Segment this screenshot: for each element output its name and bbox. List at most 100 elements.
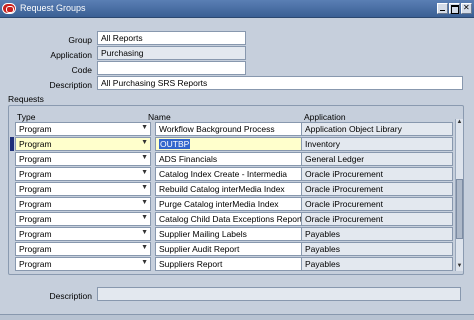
application-cell[interactable]: Payables (301, 257, 453, 271)
row-indicator[interactable] (10, 197, 14, 211)
name-cell[interactable]: Purge Catalog interMedia Index (155, 197, 309, 211)
dropdown-arrow-icon[interactable]: ▼ (141, 184, 148, 191)
name-cell[interactable]: Catalog Index Create - Intermedia (155, 167, 309, 181)
table-row[interactable]: Program ▼ Suppliers Report (10, 257, 309, 271)
table-row[interactable]: Program ▼ Catalog Index Create - Intermedi… (10, 167, 309, 181)
column-header-name: Name (148, 112, 171, 122)
name-cell[interactable]: Supplier Audit Report (155, 242, 309, 256)
name-value: Catalog Child Data Exceptions Report (159, 214, 303, 224)
dropdown-arrow-icon[interactable]: ▼ (141, 199, 148, 206)
request-description-label: Description (49, 291, 92, 301)
code-field[interactable] (97, 61, 246, 75)
application-cell[interactable]: Oracle iProcurement (301, 197, 453, 211)
type-cell[interactable]: Program ▼ (15, 257, 151, 271)
row-indicator[interactable] (10, 257, 14, 271)
type-value: Program (19, 199, 52, 209)
table-row[interactable]: Program ▼ Supplier Mailing Labels (10, 227, 309, 241)
name-value: Workflow Background Process (159, 124, 275, 134)
table-row[interactable]: Program ▼ Catalog Child Data Exceptions Re… (10, 212, 309, 226)
application-label: Application (50, 50, 92, 60)
window-title: Request Groups (20, 3, 86, 13)
application-cell[interactable]: General Ledger (301, 152, 453, 166)
dropdown-arrow-icon[interactable]: ▼ (141, 124, 148, 131)
scroll-up-icon[interactable]: ▲ (456, 119, 463, 127)
type-cell[interactable]: Program ▼ (15, 152, 151, 166)
name-cell[interactable]: OUTBP (155, 137, 309, 151)
group-field[interactable]: All Reports (97, 31, 246, 45)
name-cell[interactable]: Supplier Mailing Labels (155, 227, 309, 241)
type-value: Program (19, 259, 52, 269)
application-field[interactable]: Purchasing (97, 46, 246, 60)
name-cell[interactable]: Catalog Child Data Exceptions Report (155, 212, 309, 226)
type-cell[interactable]: Program ▼ (15, 122, 151, 136)
type-cell[interactable]: Program ▼ (15, 197, 151, 211)
dropdown-arrow-icon[interactable]: ▼ (141, 259, 148, 266)
application-cell[interactable]: Application Object Library (301, 122, 453, 136)
scrollbar-thumb[interactable] (456, 179, 463, 239)
close-icon[interactable] (461, 3, 472, 14)
requests-scrollbar[interactable]: ▲ ▼ (455, 119, 463, 271)
row-indicator[interactable] (10, 212, 14, 226)
type-cell[interactable]: Program ▼ (15, 182, 151, 196)
dropdown-arrow-icon[interactable]: ▼ (141, 214, 148, 221)
application-cell[interactable]: Oracle iProcurement (301, 182, 453, 196)
name-cell[interactable]: ADS Financials (155, 152, 309, 166)
application-cell[interactable]: Oracle iProcurement (301, 212, 453, 226)
application-cell[interactable]: Inventory (301, 137, 453, 151)
table-row[interactable]: Program ▼ ADS Financials (10, 152, 309, 166)
name-value: ADS Financials (159, 154, 218, 164)
type-cell[interactable]: Program ▼ (15, 167, 151, 181)
type-value: Program (19, 214, 52, 224)
type-cell[interactable]: Program ▼ (15, 227, 151, 241)
row-indicator[interactable] (10, 152, 14, 166)
code-label: Code (71, 65, 92, 75)
application-cell[interactable]: Payables (301, 227, 453, 241)
dropdown-arrow-icon[interactable]: ▼ (141, 139, 148, 146)
type-value: Program (19, 229, 52, 239)
type-value: Program (19, 169, 52, 179)
dropdown-arrow-icon[interactable]: ▼ (141, 229, 148, 236)
type-cell[interactable]: Program ▼ (15, 212, 151, 226)
type-value: Program (19, 154, 52, 164)
type-value: Program (19, 184, 52, 194)
scroll-down-icon[interactable]: ▼ (456, 263, 463, 271)
type-cell[interactable]: Program ▼ (15, 242, 151, 256)
request-description-field[interactable] (97, 287, 461, 301)
dropdown-arrow-icon[interactable]: ▼ (141, 244, 148, 251)
type-value: Program (19, 139, 52, 149)
type-cell[interactable]: Program ▼ (15, 137, 151, 151)
column-header-application: Application (304, 112, 346, 122)
table-row[interactable]: Program▼OUTBP··· (10, 137, 311, 151)
row-indicator[interactable] (10, 137, 14, 151)
oracle-logo-icon (2, 3, 16, 14)
name-value: Purge Catalog interMedia Index (159, 199, 279, 209)
type-value: Program (19, 124, 52, 134)
window-titlebar: Request Groups (0, 0, 474, 18)
name-cell[interactable]: Suppliers Report (155, 257, 309, 271)
row-indicator[interactable] (10, 122, 14, 136)
name-value: Catalog Index Create - Intermedia (159, 169, 288, 179)
name-value: Suppliers Report (159, 259, 223, 269)
description-label: Description (49, 80, 92, 90)
dropdown-arrow-icon[interactable]: ▼ (141, 169, 148, 176)
application-cell[interactable]: Oracle iProcurement (301, 167, 453, 181)
description-field[interactable]: All Purchasing SRS Reports (97, 76, 463, 90)
name-cell[interactable]: Workflow Background Process (155, 122, 309, 136)
name-cell[interactable]: Rebuild Catalog interMedia Index (155, 182, 309, 196)
status-strip (0, 314, 474, 320)
maximize-icon[interactable] (449, 3, 460, 14)
dropdown-arrow-icon[interactable]: ▼ (141, 154, 148, 161)
table-row[interactable]: Program ▼ Workflow Background Process (10, 122, 309, 136)
row-indicator[interactable] (10, 227, 14, 241)
table-row[interactable]: Program ▼ Supplier Audit Report (10, 242, 309, 256)
row-indicator[interactable] (10, 242, 14, 256)
table-row[interactable]: Program ▼ Purge Catalog interMedia Index (10, 197, 309, 211)
group-label: Group (68, 35, 92, 45)
name-value: Rebuild Catalog interMedia Index (159, 184, 285, 194)
application-cell[interactable]: Payables (301, 242, 453, 256)
row-indicator[interactable] (10, 182, 14, 196)
table-row[interactable]: Program ▼ Rebuild Catalog interMedia Index (10, 182, 309, 196)
row-indicator[interactable] (10, 167, 14, 181)
type-value: Program (19, 244, 52, 254)
minimize-icon[interactable] (437, 3, 448, 14)
